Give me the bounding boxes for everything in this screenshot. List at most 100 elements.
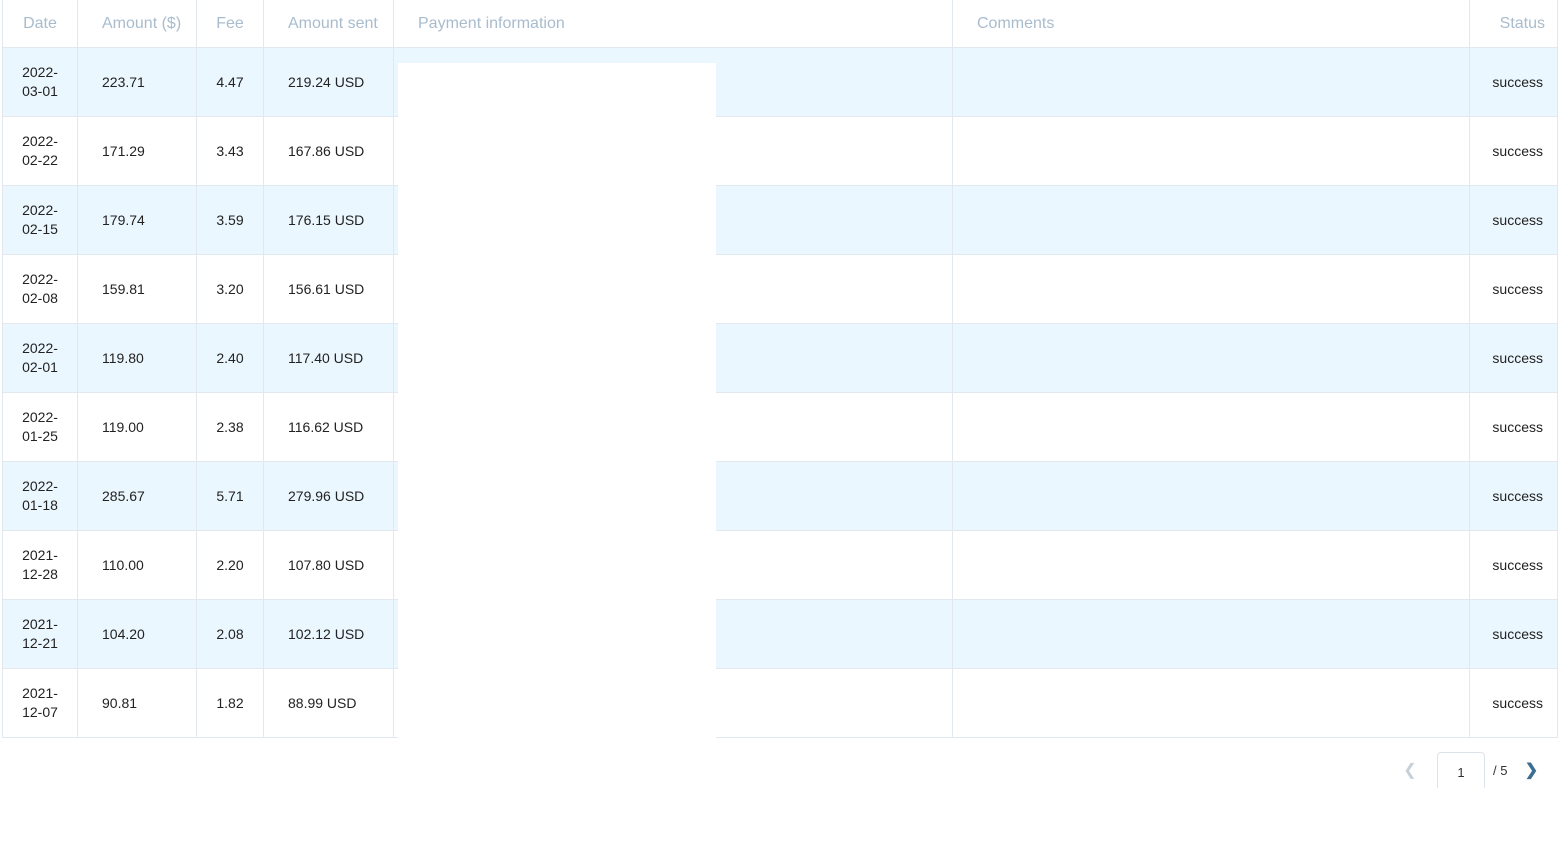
column-header-status[interactable]: Status bbox=[1469, 0, 1558, 48]
status-cell: success bbox=[1469, 323, 1558, 393]
amount-sent-cell: 219.24 USD bbox=[263, 47, 394, 117]
date-month-day: 02-01 bbox=[22, 359, 58, 375]
date-month-day: 02-15 bbox=[22, 221, 58, 237]
status-cell: success bbox=[1469, 47, 1558, 117]
table-row[interactable]: 2022- 01-25 119.00 2.38 116.62 USD success bbox=[2, 392, 1558, 462]
table-body: 2022- 03-01 223.71 4.47 219.24 USD success 202… bbox=[2, 47, 1558, 738]
date-cell: 2022- 02-22 bbox=[2, 116, 78, 186]
table-row[interactable]: 2022- 03-01 223.71 4.47 219.24 USD success bbox=[2, 47, 1558, 117]
comments-cell bbox=[952, 185, 1470, 255]
date-month-day: 12-28 bbox=[22, 566, 58, 582]
amount-sent-cell: 167.86 USD bbox=[263, 116, 394, 186]
date-month-day: 02-08 bbox=[22, 290, 58, 306]
date-cell: 2022- 03-01 bbox=[2, 47, 78, 117]
date-cell: 2021- 12-07 bbox=[2, 668, 78, 738]
fee-cell: 3.59 bbox=[196, 185, 264, 255]
date-month-day: 01-18 bbox=[22, 497, 58, 513]
amount-cell: 119.80 bbox=[77, 323, 197, 393]
status-cell: success bbox=[1469, 530, 1558, 600]
date-cell: 2022- 01-25 bbox=[2, 392, 78, 462]
comments-cell bbox=[952, 530, 1470, 600]
comments-cell bbox=[952, 599, 1470, 669]
date-year: 2022- bbox=[22, 478, 58, 494]
comments-cell bbox=[952, 668, 1470, 738]
table-row[interactable]: 2021- 12-07 90.81 1.82 88.99 USD success bbox=[2, 668, 1558, 738]
date-year: 2022- bbox=[22, 64, 58, 80]
date-month-day: 03-01 bbox=[22, 83, 58, 99]
date-year: 2022- bbox=[22, 271, 58, 287]
fee-cell: 2.08 bbox=[196, 599, 264, 669]
status-cell: success bbox=[1469, 185, 1558, 255]
table-row[interactable]: 2021- 12-21 104.20 2.08 102.12 USD success bbox=[2, 599, 1558, 669]
date-year: 2021- bbox=[22, 685, 58, 701]
fee-cell: 2.38 bbox=[196, 392, 264, 462]
comments-cell bbox=[952, 254, 1470, 324]
date-cell: 2021- 12-28 bbox=[2, 530, 78, 600]
table-row[interactable]: 2022- 01-18 285.67 5.71 279.96 USD success bbox=[2, 461, 1558, 531]
table-row[interactable]: 2021- 12-28 110.00 2.20 107.80 USD success bbox=[2, 530, 1558, 600]
status-cell: success bbox=[1469, 116, 1558, 186]
date-year: 2022- bbox=[22, 409, 58, 425]
fee-cell: 5.71 bbox=[196, 461, 264, 531]
column-header-comments: Comments bbox=[952, 0, 1470, 48]
date-month-day: 12-07 bbox=[22, 704, 58, 720]
column-header-amount[interactable]: Amount ($) bbox=[77, 0, 197, 48]
table-row[interactable]: 2022- 02-15 179.74 3.59 176.15 USD success bbox=[2, 185, 1558, 255]
pagination: ❮ / 5 ❯ bbox=[1395, 752, 1541, 788]
column-header-payment-information: Payment information bbox=[393, 0, 953, 48]
date-cell: 2022- 02-15 bbox=[2, 185, 78, 255]
amount-cell: 223.71 bbox=[77, 47, 197, 117]
fee-cell: 4.47 bbox=[196, 47, 264, 117]
fee-cell: 3.20 bbox=[196, 254, 264, 324]
page-total-label: / 5 bbox=[1493, 762, 1508, 778]
column-header-amount-sent[interactable]: Amount sent bbox=[263, 0, 394, 48]
date-year: 2022- bbox=[22, 133, 58, 149]
chevron-right-icon[interactable]: ❯ bbox=[1521, 760, 1541, 780]
payments-table: Date Amount ($) Fee Amount sent Payment … bbox=[2, 0, 1558, 738]
comments-cell bbox=[952, 392, 1470, 462]
table-row[interactable]: 2022- 02-01 119.80 2.40 117.40 USD success bbox=[2, 323, 1558, 393]
date-cell: 2021- 12-21 bbox=[2, 599, 78, 669]
status-cell: success bbox=[1469, 599, 1558, 669]
amount-cell: 159.81 bbox=[77, 254, 197, 324]
column-header-date[interactable]: Date bbox=[2, 0, 78, 48]
amount-sent-cell: 116.62 USD bbox=[263, 392, 394, 462]
amount-cell: 119.00 bbox=[77, 392, 197, 462]
amount-sent-cell: 107.80 USD bbox=[263, 530, 394, 600]
date-cell: 2022- 02-08 bbox=[2, 254, 78, 324]
table-row[interactable]: 2022- 02-22 171.29 3.43 167.86 USD success bbox=[2, 116, 1558, 186]
amount-cell: 179.74 bbox=[77, 185, 197, 255]
amount-sent-cell: 156.61 USD bbox=[263, 254, 394, 324]
comments-cell bbox=[952, 461, 1470, 531]
amount-cell: 110.00 bbox=[77, 530, 197, 600]
date-year: 2022- bbox=[22, 202, 58, 218]
table-row[interactable]: 2022- 02-08 159.81 3.20 156.61 USD success bbox=[2, 254, 1558, 324]
comments-cell bbox=[952, 47, 1470, 117]
amount-cell: 171.29 bbox=[77, 116, 197, 186]
date-year: 2022- bbox=[22, 340, 58, 356]
status-cell: success bbox=[1469, 254, 1558, 324]
amount-sent-cell: 176.15 USD bbox=[263, 185, 394, 255]
page-number-input[interactable] bbox=[1437, 752, 1485, 788]
redacted-area bbox=[398, 63, 716, 739]
comments-cell bbox=[952, 323, 1470, 393]
amount-cell: 90.81 bbox=[77, 668, 197, 738]
amount-sent-cell: 279.96 USD bbox=[263, 461, 394, 531]
fee-cell: 3.43 bbox=[196, 116, 264, 186]
date-month-day: 01-25 bbox=[22, 428, 58, 444]
amount-cell: 104.20 bbox=[77, 599, 197, 669]
column-header-fee[interactable]: Fee bbox=[196, 0, 264, 48]
chevron-left-icon[interactable]: ❮ bbox=[1395, 760, 1425, 780]
fee-cell: 1.82 bbox=[196, 668, 264, 738]
date-year: 2021- bbox=[22, 616, 58, 632]
amount-sent-cell: 117.40 USD bbox=[263, 323, 394, 393]
date-cell: 2022- 02-01 bbox=[2, 323, 78, 393]
fee-cell: 2.20 bbox=[196, 530, 264, 600]
date-month-day: 02-22 bbox=[22, 152, 58, 168]
payments-table-container: Date Amount ($) Fee Amount sent Payment … bbox=[2, 0, 1558, 738]
date-cell: 2022- 01-18 bbox=[2, 461, 78, 531]
amount-cell: 285.67 bbox=[77, 461, 197, 531]
amount-sent-cell: 88.99 USD bbox=[263, 668, 394, 738]
status-cell: success bbox=[1469, 461, 1558, 531]
status-cell: success bbox=[1469, 668, 1558, 738]
